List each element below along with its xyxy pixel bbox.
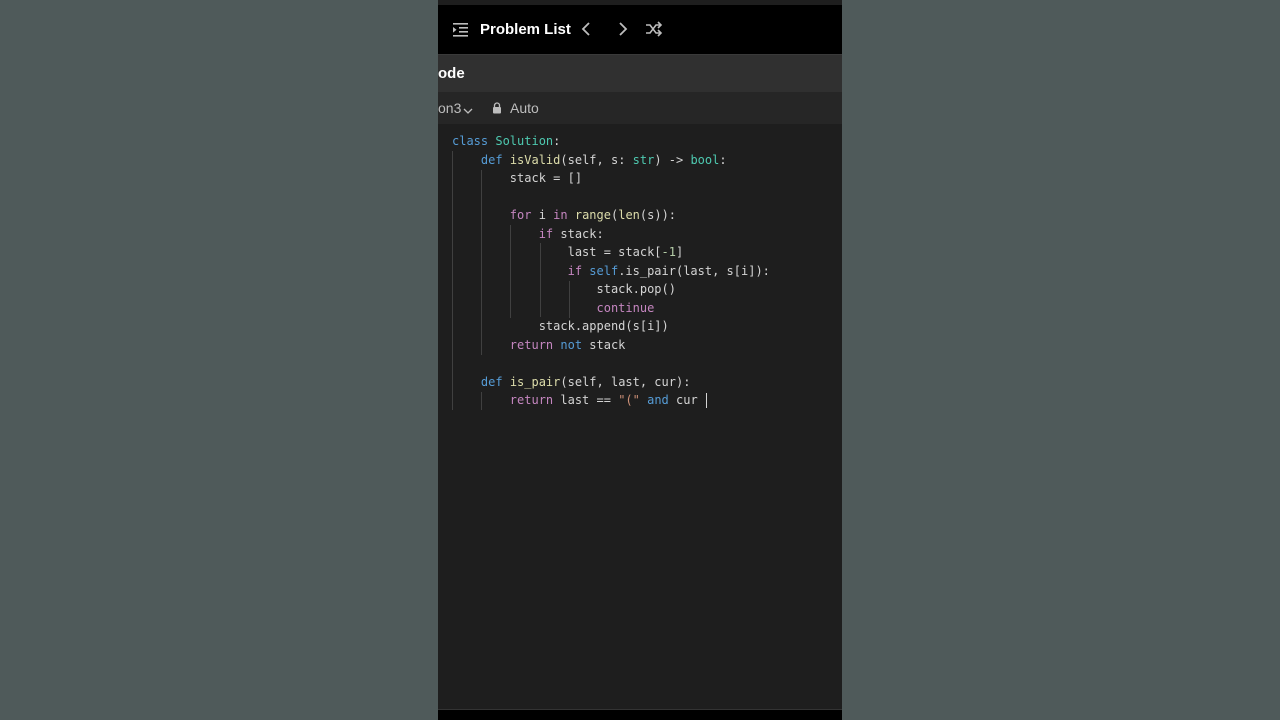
code-token: str	[632, 152, 655, 167]
code-token: self	[589, 263, 619, 278]
code-line[interactable]: stack = []	[452, 169, 582, 188]
tab-code[interactable]: ode	[438, 55, 465, 93]
code-token: continue	[596, 300, 655, 315]
tab-bar: ode	[438, 54, 842, 93]
code-token: ) ->	[654, 152, 691, 167]
text-cursor	[706, 393, 707, 408]
code-token: :	[553, 134, 561, 148]
chevron-left-icon[interactable]	[578, 20, 596, 38]
code-line[interactable]: return last == "(" and cur	[452, 391, 705, 410]
code-token: stack = []	[452, 171, 583, 185]
code-line[interactable]: stack.append(s[i])	[452, 317, 669, 336]
code-token: stack	[582, 337, 626, 352]
code-panel: Problem List ode on3 Auto class Solution…	[438, 0, 842, 720]
code-token: and	[639, 393, 669, 407]
code-line[interactable]: continue	[452, 299, 655, 318]
code-line[interactable]: if self.is_pair(last, s[i]):	[452, 262, 770, 281]
code-token: (self, s:	[560, 152, 633, 167]
code-token: i	[531, 208, 554, 222]
chevron-right-icon[interactable]	[613, 20, 631, 38]
code-token: (s)):	[639, 208, 677, 222]
code-token: if	[538, 226, 554, 241]
mode-label[interactable]: Auto	[510, 92, 539, 124]
code-token: stack:	[553, 226, 604, 241]
code-token: .is_pair(last, s[i]):	[618, 263, 770, 278]
code-token: def	[480, 152, 510, 167]
code-token: ]	[675, 245, 684, 259]
code-token: last ==	[553, 393, 619, 407]
code-token: (self, last, cur):	[560, 374, 691, 389]
code-token: :	[719, 152, 727, 167]
code-token: class	[452, 134, 496, 148]
chevron-down-icon[interactable]	[463, 103, 473, 114]
code-token: "("	[618, 393, 640, 407]
list-icon[interactable]	[453, 21, 470, 38]
code-line[interactable]: last = stack[-1]	[452, 243, 684, 262]
code-token: Solution	[495, 134, 554, 148]
shuffle-icon[interactable]	[645, 20, 663, 38]
code-token: def	[480, 374, 510, 389]
code-line[interactable]: def is_pair(self, last, cur):	[452, 373, 691, 392]
lock-icon	[492, 101, 502, 114]
code-token: stack.append(s[i])	[452, 319, 669, 333]
editor-toolbar: on3 Auto	[438, 92, 842, 125]
code-token: stack.pop()	[452, 282, 676, 296]
code-token: return	[509, 393, 554, 407]
problem-list-title[interactable]: Problem List	[480, 5, 571, 54]
code-token: -1	[661, 245, 676, 259]
code-token: len	[618, 208, 640, 222]
top-bar: Problem List	[438, 5, 842, 54]
code-token: not	[560, 337, 583, 352]
code-token: is_pair	[509, 374, 561, 389]
code-token: isValid	[509, 152, 561, 167]
code-line[interactable]: def isValid(self, s: str) -> bool:	[452, 151, 727, 170]
code-token: in	[553, 208, 575, 222]
code-line[interactable]: if stack:	[452, 225, 604, 244]
code-token: cur	[668, 393, 705, 407]
language-select[interactable]: on3	[438, 92, 461, 124]
code-token: if	[567, 263, 590, 278]
code-token: for	[509, 208, 532, 222]
code-line[interactable]: class Solution:	[452, 132, 560, 151]
code-line[interactable]: return not stack	[452, 336, 626, 355]
code-token: return	[509, 337, 561, 352]
code-line[interactable]: stack.pop()	[452, 280, 676, 299]
code-token: bool	[690, 152, 720, 167]
bottom-bar	[438, 709, 842, 720]
code-token: last = stack[	[452, 245, 662, 259]
code-line[interactable]: for i in range(len(s)):	[452, 206, 676, 225]
code-editor[interactable]: class Solution: def isValid(self, s: str…	[438, 124, 842, 710]
code-token: range	[574, 208, 611, 222]
